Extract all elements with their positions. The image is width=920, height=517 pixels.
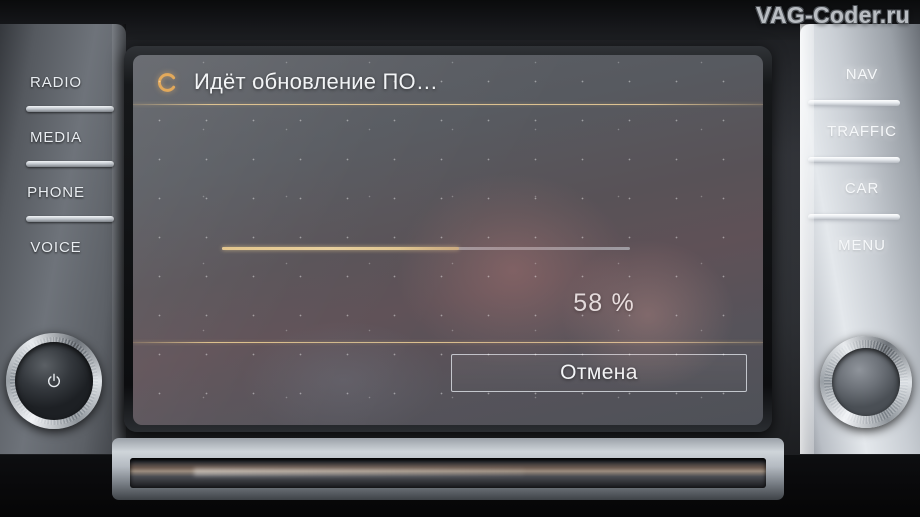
button-separator-ridge [26,216,114,222]
cancel-button[interactable]: Отмена [451,354,747,392]
power-volume-knob[interactable] [6,333,102,429]
slot-faceplate [112,438,784,500]
head-unit-photo: RADIO MEDIA PHONE VOICE NAV TRAFFIC CAR … [0,0,920,517]
loading-spinner-icon [157,72,178,93]
button-separator-ridge [808,100,900,106]
media-button-label: MEDIA [29,128,82,146]
knob-face [15,342,93,420]
progress-bar [222,247,630,251]
button-separator-ridge [26,106,114,112]
dialog-header: Идёт обновление ПО… [133,61,763,103]
cd-slot[interactable] [130,458,766,488]
radio-button-label: RADIO [29,73,82,91]
radio-button[interactable]: RADIO [4,62,108,102]
car-button-label: CAR [844,179,880,197]
progress-fill [222,247,459,250]
menu-button[interactable]: MENU [810,225,914,265]
menu-button-label: MENU [838,236,886,254]
cancel-button-label: Отмена [560,361,638,384]
infotainment-screen[interactable]: Идёт обновление ПО… 58 % Отмена [133,55,763,425]
car-button[interactable]: CAR [810,168,914,208]
phone-button-label: PHONE [27,183,85,201]
nav-button-label: NAV [845,65,879,83]
traffic-button[interactable]: TRAFFIC [810,111,914,151]
button-separator-ridge [808,157,900,163]
voice-button[interactable]: VOICE [4,227,108,267]
tune-knob[interactable] [820,336,912,428]
dialog-title: Идёт обновление ПО… [194,69,439,94]
watermark: VAG-Coder.ru [756,2,910,28]
footer-divider [133,342,763,343]
slot-highlight [193,468,525,476]
button-separator-ridge [26,161,114,167]
knob-face [832,348,900,416]
voice-button-label: VOICE [30,238,82,256]
progress-percent-label: 58 % [573,289,635,317]
button-separator-ridge [808,214,900,220]
power-icon [48,373,60,388]
phone-button[interactable]: PHONE [4,172,108,212]
header-divider [133,104,763,105]
traffic-button-label: TRAFFIC [827,122,897,140]
nav-button[interactable]: NAV [810,54,914,94]
media-button[interactable]: MEDIA [4,117,108,157]
software-update-dialog: Идёт обновление ПО… 58 % Отмена [133,55,763,425]
